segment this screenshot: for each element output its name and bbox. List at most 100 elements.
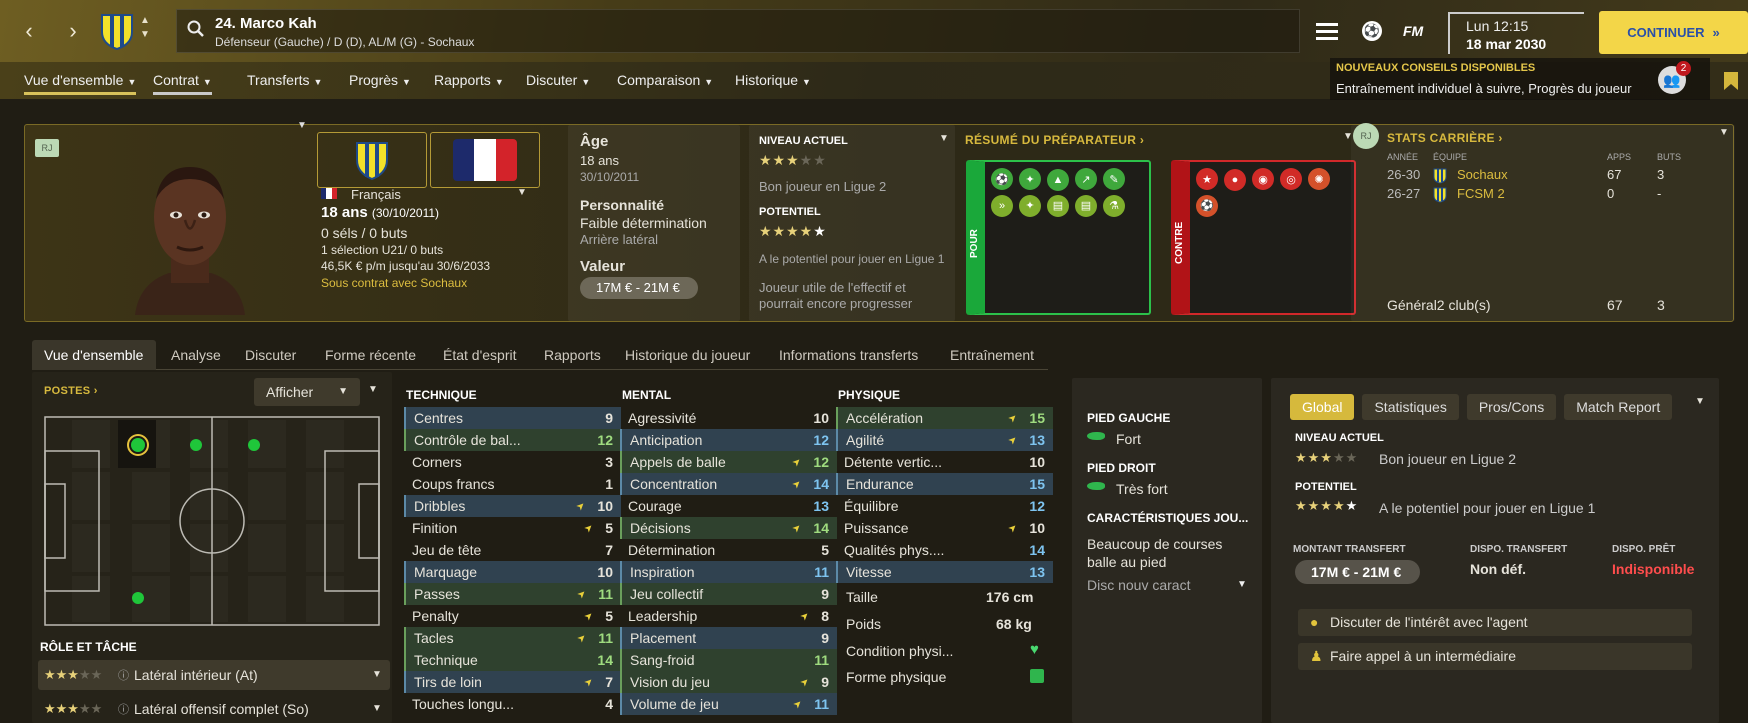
- nav-tab-progress[interactable]: Progrès ▼: [349, 72, 411, 88]
- pro-attribute-icon[interactable]: ▲: [1047, 168, 1069, 191]
- nav-tab-comparison[interactable]: Comparaison ▼: [617, 72, 713, 88]
- role-selector[interactable]: ★★★★★ ⓘ Latéral offensif complet (So) ▼: [38, 694, 390, 723]
- attribute-row[interactable]: Équilibre 12: [836, 495, 1053, 517]
- summary-tab-global[interactable]: Global: [1290, 394, 1355, 420]
- attribute-row[interactable]: Dribbles ➤ 10: [404, 495, 621, 517]
- position-dot[interactable]: [248, 439, 260, 451]
- menu-icon[interactable]: [1316, 22, 1338, 43]
- attribute-row[interactable]: Concentration ➤ 14: [620, 473, 837, 495]
- coach-report-title[interactable]: RÉSUMÉ DU PRÉPARATEUR ›: [965, 133, 1144, 147]
- search-icon[interactable]: [187, 20, 205, 41]
- attribute-row[interactable]: Penalty ➤ 5: [404, 605, 621, 627]
- bookmark-icon[interactable]: [1724, 72, 1738, 90]
- show-dropdown[interactable]: Afficher ▼: [254, 378, 360, 406]
- position-dot-natural[interactable]: [131, 438, 145, 452]
- player-tab-overview[interactable]: Vue d'ensemble: [44, 347, 143, 363]
- attribute-row[interactable]: Détermination 5: [620, 539, 837, 561]
- positions-title[interactable]: POSTES ›: [44, 385, 98, 397]
- attribute-row[interactable]: Accélération ➤ 15: [836, 407, 1053, 429]
- info-icon[interactable]: ⓘ: [118, 667, 129, 683]
- pro-attribute-icon[interactable]: ⚽: [991, 168, 1013, 190]
- attribute-row[interactable]: Centres 9: [404, 407, 621, 429]
- attribute-row[interactable]: Agressivité 10: [620, 407, 837, 429]
- summary-tab-match-report[interactable]: Match Report: [1564, 394, 1673, 420]
- nation-flag-card[interactable]: [430, 132, 540, 188]
- globe-icon[interactable]: ⚽: [1362, 21, 1382, 41]
- player-face-photo[interactable]: [125, 155, 255, 315]
- player-tab-reports[interactable]: Rapports: [544, 347, 601, 363]
- nav-tab-reports[interactable]: Rapports ▼: [434, 72, 504, 88]
- player-tab-form[interactable]: Forme récente: [325, 347, 416, 363]
- attribute-row[interactable]: Tacles ➤ 11: [404, 627, 621, 649]
- attribute-row[interactable]: Passes ➤ 11: [404, 583, 621, 605]
- attribute-row[interactable]: Coups francs 1: [404, 473, 621, 495]
- attribute-row[interactable]: Appels de balle ➤ 12: [620, 451, 837, 473]
- back-button[interactable]: ‹: [16, 11, 42, 51]
- pro-attribute-icon[interactable]: »: [991, 195, 1013, 217]
- con-attribute-icon[interactable]: ★: [1196, 168, 1218, 190]
- con-attribute-icon[interactable]: ◎: [1280, 168, 1302, 190]
- player-tab-analysis[interactable]: Analyse: [171, 347, 221, 363]
- attribute-row[interactable]: Technique 14: [404, 649, 621, 671]
- attribute-row[interactable]: Placement 9: [620, 627, 837, 649]
- attribute-row[interactable]: Anticipation 12: [620, 429, 837, 451]
- attribute-row[interactable]: Leadership ➤ 8: [620, 605, 837, 627]
- con-attribute-icon[interactable]: ⚽: [1196, 194, 1218, 217]
- info-icon[interactable]: ⓘ: [118, 701, 129, 717]
- attribute-row[interactable]: Touches longu... 4: [404, 693, 621, 715]
- pro-attribute-icon[interactable]: ▤: [1075, 194, 1097, 217]
- attribute-row[interactable]: Qualités phys.... 14: [836, 539, 1053, 561]
- fm-logo[interactable]: FM: [1403, 23, 1423, 39]
- attribute-row[interactable]: Jeu de tête 7: [404, 539, 621, 561]
- con-attribute-icon[interactable]: ●: [1224, 168, 1246, 191]
- positions-chevron-down-icon[interactable]: ▼: [368, 384, 378, 395]
- attribute-row[interactable]: Sang-froid 11: [620, 649, 837, 671]
- club-crest[interactable]: [100, 12, 134, 51]
- player-tab-transfer-info[interactable]: Informations transferts: [779, 347, 918, 363]
- con-attribute-icon[interactable]: ◉: [1252, 168, 1274, 190]
- continue-button[interactable]: CONTINUER »: [1599, 11, 1748, 54]
- career-title[interactable]: STATS CARRIÈRE ›: [1387, 131, 1503, 145]
- date-display[interactable]: Lun 12:15 18 mar 2030: [1448, 12, 1584, 54]
- attribute-row[interactable]: Jeu collectif 9: [620, 583, 837, 605]
- pro-attribute-icon[interactable]: ✎: [1103, 168, 1125, 190]
- attribute-row[interactable]: Corners 3: [404, 451, 621, 473]
- pitch-diagram[interactable]: [44, 416, 380, 626]
- career-row[interactable]: 26-30 Sochaux 67 3: [1387, 167, 1717, 185]
- summary-tab-stats[interactable]: Statistiques: [1362, 394, 1459, 420]
- forward-button[interactable]: ›: [60, 11, 86, 51]
- discuss-agent-button[interactable]: ● Discuter de l'intérêt avec l'agent: [1298, 609, 1692, 636]
- pro-attribute-icon[interactable]: ✦: [1019, 168, 1041, 190]
- intermediary-button[interactable]: ♟ Faire appel à un intermédiaire: [1298, 643, 1692, 670]
- attribute-row[interactable]: Inspiration 11: [620, 561, 837, 583]
- role-selector[interactable]: ★★★★★ ⓘ Latéral intérieur (At) ▼: [38, 660, 390, 690]
- summary-chevron-down-icon[interactable]: ▼: [1695, 396, 1705, 407]
- add-trait-dropdown[interactable]: Disc nouv caract ▼: [1087, 577, 1247, 593]
- attribute-row[interactable]: Courage 13: [620, 495, 837, 517]
- attribute-row[interactable]: Puissance ➤ 10: [836, 517, 1053, 539]
- player-tab-history[interactable]: Historique du joueur: [625, 347, 750, 363]
- attribute-row[interactable]: Volume de jeu ➤ 11: [620, 693, 837, 715]
- player-tab-training[interactable]: Entraînement: [950, 347, 1034, 363]
- pro-attribute-icon[interactable]: ▤: [1047, 194, 1069, 217]
- position-dot[interactable]: [132, 592, 144, 604]
- career-chevron-down-icon[interactable]: ▼: [1719, 127, 1729, 138]
- advice-notification[interactable]: NOUVEAUX CONSEILS DISPONIBLES Entraîneme…: [1330, 58, 1710, 100]
- contract-status[interactable]: Sous contrat avec Sochaux: [321, 276, 467, 290]
- attribute-row[interactable]: Décisions ➤ 14: [620, 517, 837, 539]
- photo-options-chevron-icon[interactable]: ▼: [297, 120, 307, 131]
- player-tab-discuss[interactable]: Discuter: [245, 347, 296, 363]
- club-crest-card[interactable]: [317, 132, 427, 188]
- summary-tab-proscons[interactable]: Pros/Cons: [1466, 394, 1557, 420]
- bio-chevron-down-icon[interactable]: ▼: [517, 187, 527, 198]
- nav-tab-discuss[interactable]: Discuter ▼: [526, 72, 590, 88]
- career-row[interactable]: 26-27 FCSM 2 0 -: [1387, 186, 1717, 204]
- attribute-row[interactable]: Endurance 15: [836, 473, 1053, 495]
- pro-attribute-icon[interactable]: ↗: [1075, 168, 1097, 190]
- attribute-row[interactable]: Marquage 10: [404, 561, 621, 583]
- nav-tab-overview[interactable]: Vue d'ensemble ▼: [24, 72, 137, 95]
- attribute-row[interactable]: Vision du jeu ➤ 9: [620, 671, 837, 693]
- attribute-row[interactable]: Agilité ➤ 13: [836, 429, 1053, 451]
- attribute-row[interactable]: Détente vertic... 10: [836, 451, 1053, 473]
- nav-tab-history[interactable]: Historique ▼: [735, 72, 811, 88]
